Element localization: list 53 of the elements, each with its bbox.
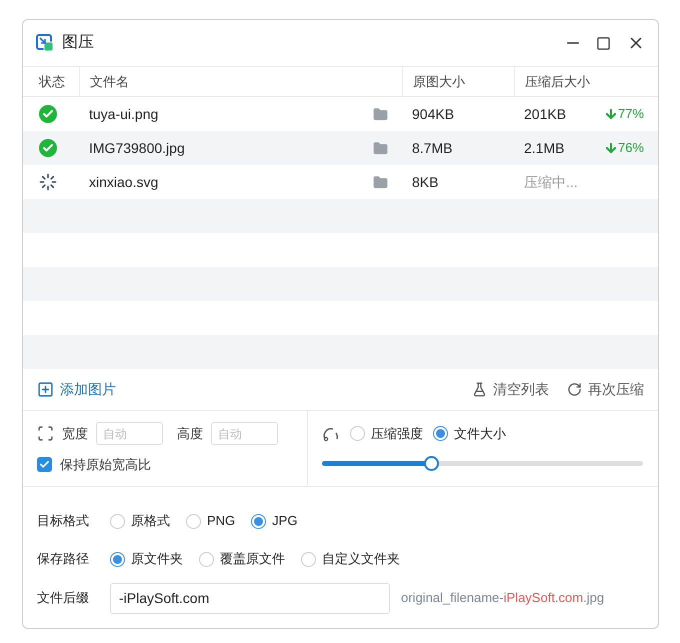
recompress-button[interactable]: 再次压缩 xyxy=(567,379,644,400)
folder-icon[interactable] xyxy=(373,174,388,190)
original-size: 8KB xyxy=(412,174,438,190)
file-name: IMG739800.jpg xyxy=(89,138,185,158)
radio-option[interactable]: 覆盖原文件 xyxy=(199,549,285,569)
column-header: 状态 xyxy=(39,72,65,91)
radio-option[interactable]: 压缩强度 xyxy=(350,424,423,444)
file-row[interactable]: IMG739800.jpg 8.7MB 2.1MB 76% xyxy=(23,131,658,165)
option-label: 保存路径 xyxy=(37,550,90,568)
column-header: 文件名 xyxy=(90,72,129,91)
app-logo-icon xyxy=(36,34,54,52)
width-label: 宽度 xyxy=(62,424,88,443)
saving-badge: 76% xyxy=(604,138,644,158)
add-image-button[interactable]: 添加图片 xyxy=(37,379,116,400)
file-name: tuya-ui.png xyxy=(89,104,158,124)
compression-slider[interactable] xyxy=(322,456,643,472)
keep-ratio-checkbox[interactable]: 保持原始宽高比 xyxy=(37,455,293,474)
window-title: 图压 xyxy=(62,33,94,53)
compressed-size: 2.1MB xyxy=(524,138,564,158)
option-label: 文件后缀 xyxy=(37,589,90,608)
width-field[interactable]: 自动 xyxy=(96,422,163,445)
check-icon xyxy=(39,459,50,470)
column-header: 原图大小 xyxy=(413,72,465,91)
file-name: xinxiao.svg xyxy=(89,172,158,192)
height-label: 高度 xyxy=(177,424,203,443)
plus-square-icon xyxy=(37,381,54,398)
radio-option[interactable]: JPG xyxy=(251,511,298,531)
refresh-icon xyxy=(567,382,582,397)
resize-icon xyxy=(37,425,54,442)
radio-option[interactable]: 自定义文件夹 xyxy=(301,549,400,569)
original-size: 8.7MB xyxy=(412,140,452,156)
folder-icon[interactable] xyxy=(373,140,388,156)
gauge-icon xyxy=(322,426,340,442)
loading-icon xyxy=(39,173,57,191)
flask-icon xyxy=(472,382,487,397)
done-icon xyxy=(39,139,57,157)
radio-option[interactable]: PNG xyxy=(186,511,236,531)
height-field[interactable]: 自动 xyxy=(211,422,278,445)
maximize-icon[interactable] xyxy=(596,36,611,50)
compressed-size: 压缩中... xyxy=(524,172,578,192)
compressed-size: 201KB xyxy=(524,104,566,124)
saving-badge: 77% xyxy=(604,104,644,124)
column-header: 压缩后大小 xyxy=(525,72,590,91)
suffix-field[interactable]: -iPlaySoft.com xyxy=(110,582,390,614)
folder-icon[interactable] xyxy=(373,106,388,122)
radio-option[interactable]: 原文件夹 xyxy=(110,549,183,569)
original-size: 904KB xyxy=(412,106,454,122)
option-label: 目标格式 xyxy=(37,512,90,530)
done-icon xyxy=(39,105,57,123)
filename-preview: original_filename-iPlaySoft.com.jpg xyxy=(401,589,604,608)
clear-list-button[interactable]: 清空列表 xyxy=(472,379,549,400)
radio-option[interactable]: 原格式 xyxy=(110,511,170,531)
radio-option[interactable]: 文件大小 xyxy=(433,424,506,444)
